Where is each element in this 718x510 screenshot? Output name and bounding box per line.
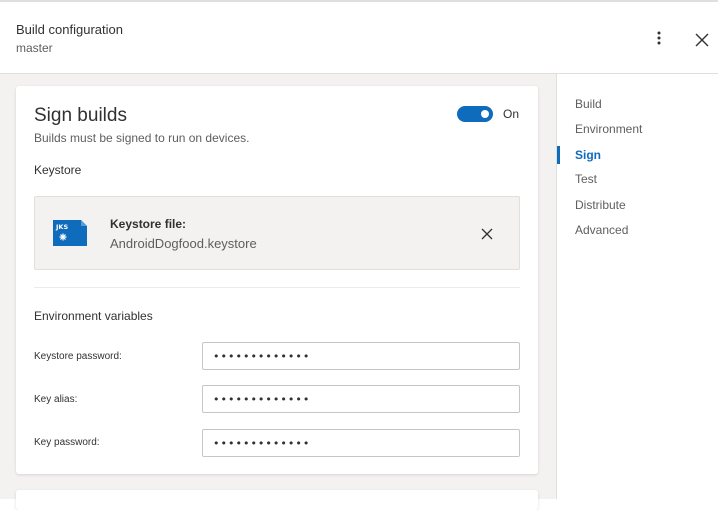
more-options-button[interactable] — [648, 26, 670, 50]
key-alias-input[interactable] — [202, 385, 520, 413]
panel-title: Build configuration — [16, 22, 123, 37]
jks-icon-text: JKS — [55, 223, 68, 231]
keystore-file-label: Keystore file: — [110, 217, 187, 231]
nav-item-environment[interactable]: Environment — [575, 122, 642, 136]
close-icon — [695, 33, 709, 47]
section-divider — [34, 287, 520, 288]
env-variables-label: Environment variables — [34, 309, 153, 323]
key-password-input[interactable] — [202, 429, 520, 457]
keystore-file-box: JKS Keystore file: AndroidDogfood.keysto… — [34, 196, 520, 270]
card-description: Builds must be signed to run on devices. — [34, 131, 250, 145]
keystore-password-input[interactable] — [202, 342, 520, 370]
main-content: Sign builds Builds must be signed to run… — [0, 74, 556, 510]
next-card — [16, 490, 538, 510]
nav-item-build[interactable]: Build — [575, 97, 602, 111]
remove-keystore-button[interactable] — [477, 224, 497, 244]
jks-file-icon: JKS — [51, 218, 89, 248]
nav-item-distribute[interactable]: Distribute — [575, 198, 626, 212]
card-title: Sign builds — [34, 105, 127, 126]
sign-builds-toggle[interactable] — [457, 106, 493, 122]
close-icon — [481, 228, 493, 240]
nav-active-indicator — [557, 146, 560, 164]
keystore-section-label: Keystore — [34, 163, 82, 177]
nav-item-test[interactable]: Test — [575, 172, 597, 186]
toggle-state-label: On — [503, 107, 520, 121]
key-password-label: Key password: — [34, 437, 100, 448]
close-button[interactable] — [690, 28, 714, 52]
more-vertical-icon — [657, 31, 661, 45]
keystore-password-label: Keystore password: — [34, 351, 122, 362]
sign-builds-card: Sign builds Builds must be signed to run… — [16, 86, 538, 474]
nav-item-advanced[interactable]: Advanced — [575, 223, 628, 237]
panel-header: Build configuration master — [0, 2, 718, 74]
nav-item-sign[interactable]: Sign — [575, 148, 601, 162]
key-alias-label: Key alias: — [34, 394, 78, 405]
config-nav-sidebar: Build Environment Sign Test Distribute A… — [556, 74, 718, 499]
branch-name: master — [16, 41, 53, 55]
keystore-filename: AndroidDogfood.keystore — [110, 236, 257, 251]
toggle-knob — [481, 110, 489, 118]
